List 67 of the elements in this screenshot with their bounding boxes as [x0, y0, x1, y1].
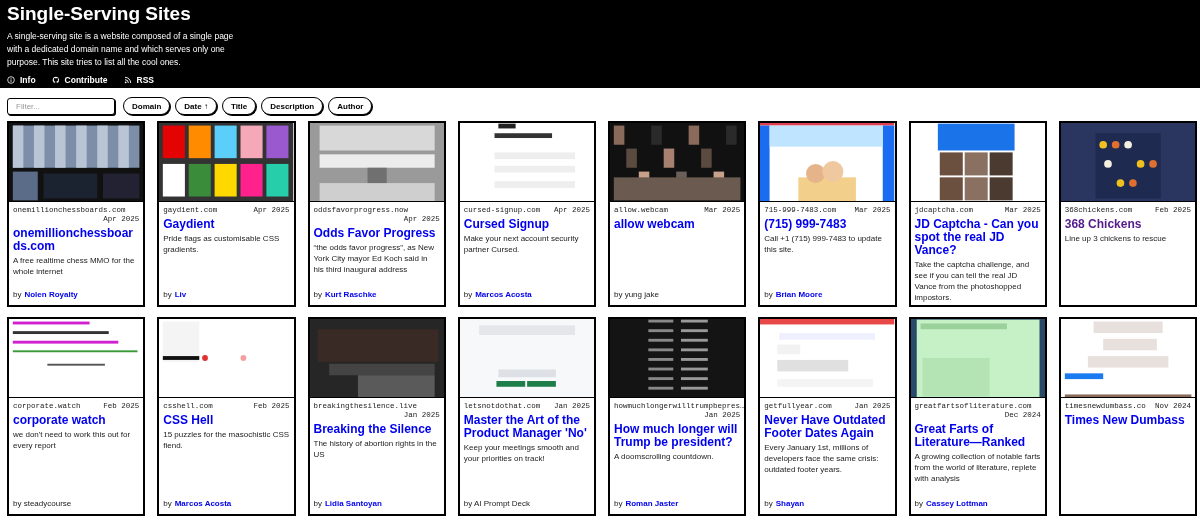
site-title-link[interactable]: Great Farts of Literature—Ranked [914, 423, 1041, 449]
nav-link[interactable]: Contribute [51, 75, 108, 85]
byline-text: by [163, 289, 172, 300]
site-description: Call +1 (715) 999-7483 to update this site. [764, 233, 883, 255]
site-title-link[interactable]: JD Captcha - Can you spot the real JD Vance? [914, 218, 1041, 257]
byline-text: by [764, 498, 773, 509]
author-link[interactable]: Brian Moore [775, 289, 823, 300]
byline-text: by [463, 289, 473, 300]
site-description: The history of abortion rights in the US [313, 438, 438, 460]
author-link[interactable]: Marcos Acosta [174, 498, 232, 509]
site-description: Take the captcha challenge, and see if you can tell the real JD Vance from the photoshopped impostors. [914, 259, 1031, 303]
site-title-link[interactable]: 368 Chickens [1064, 218, 1191, 231]
site-title: Single-Serving Sites [7, 3, 191, 25]
byline-text: by AI Prompt Deck [463, 498, 530, 509]
author-link[interactable]: Roman Jaster [625, 498, 679, 509]
site-title-link[interactable]: Times New Dumbass [1064, 414, 1191, 427]
sort-button[interactable]: Title [221, 97, 257, 115]
site-description: A doomscrolling countdown. [614, 451, 715, 462]
author-link[interactable]: Liv [174, 289, 187, 300]
author-link[interactable]: Nolen Royalty [24, 289, 78, 300]
site-description: A free realtime chess MMO for the whole internet [13, 255, 136, 277]
byline-text: by [764, 289, 773, 300]
byline-text: by steadycourse [13, 498, 72, 509]
rss-icon [123, 76, 132, 84]
site-description: “the odds favor progress”, as New York City mayor Ed Koch said in his third inaugural address [313, 242, 435, 275]
site-title-link[interactable]: onemillionchessboards.com [13, 227, 140, 253]
info-icon [7, 76, 15, 84]
byline-text: by [313, 498, 322, 509]
site-description: Pride flags as customisable CSS gradients. [163, 233, 281, 255]
site-title-link[interactable]: Cursed Signup [463, 218, 590, 231]
author-link[interactable]: Marcos Acosta [475, 289, 532, 300]
sort-button[interactable]: Author [328, 97, 373, 115]
site-title-link[interactable]: allow webcam [614, 218, 741, 231]
github-icon [51, 76, 60, 84]
site-description: Keep your meetings smooth and your priorities on track! [463, 442, 580, 464]
nav-link[interactable]: Info [7, 75, 36, 85]
author-link[interactable]: Cassey Lottman [925, 498, 988, 509]
sort-button[interactable]: Date ↑ [175, 97, 217, 115]
site-title-link[interactable]: Breaking the Silence [313, 423, 440, 436]
author-link[interactable]: Kurt Raschke [324, 289, 377, 300]
author-link[interactable]: Lidia Santoyan [324, 498, 382, 509]
site-title-link[interactable]: corporate watch [13, 414, 140, 427]
sort-button[interactable]: Description [261, 97, 324, 115]
byline-text: by [163, 498, 172, 509]
byline-text: by [313, 289, 322, 300]
filter-field[interactable]: Filter... [7, 97, 115, 115]
site-title-link[interactable]: Never Have Outdated Footer Dates Again [764, 414, 891, 440]
site-description: we don't need to work this out for every report [13, 429, 132, 451]
sort-button[interactable]: Domain [123, 97, 171, 115]
site-description: A growing collection of notable farts from the world of literature, replete with analysis [914, 451, 1041, 484]
author-link[interactable]: Shayan [775, 498, 805, 509]
byline-text: by [614, 498, 623, 509]
site-title-link[interactable]: Gaydient [163, 218, 290, 231]
site-title-link[interactable]: How much longer will Trump be president? [614, 423, 741, 449]
site-description: Make your next account security partner Cursed. [463, 233, 580, 255]
site-title-link[interactable]: Master the Art of the Product Manager 'No' [463, 414, 590, 440]
site-description: Every January 1st, millions of developers face the same crisis: outdated footer years. [764, 442, 880, 475]
site-description: 15 puzzles for the masochistic CSS fiend. [163, 429, 290, 451]
byline-text: by [13, 289, 22, 300]
site-title-link[interactable]: (715) 999-7483 [764, 218, 891, 231]
nav-link[interactable]: RSS [123, 75, 155, 85]
site-description: A single-serving site is a website composed of a single page with a dedicated domain name and which serves only one purpose. This site tries to list all the cool ones. [7, 30, 235, 69]
site-description: Line up 3 chickens to rescue [1064, 233, 1168, 244]
site-title-link[interactable]: CSS Hell [163, 414, 290, 427]
byline-text: by yung jake [614, 289, 659, 300]
site-title-link[interactable]: Odds Favor Progress [313, 227, 440, 240]
byline-text: by [914, 498, 923, 509]
